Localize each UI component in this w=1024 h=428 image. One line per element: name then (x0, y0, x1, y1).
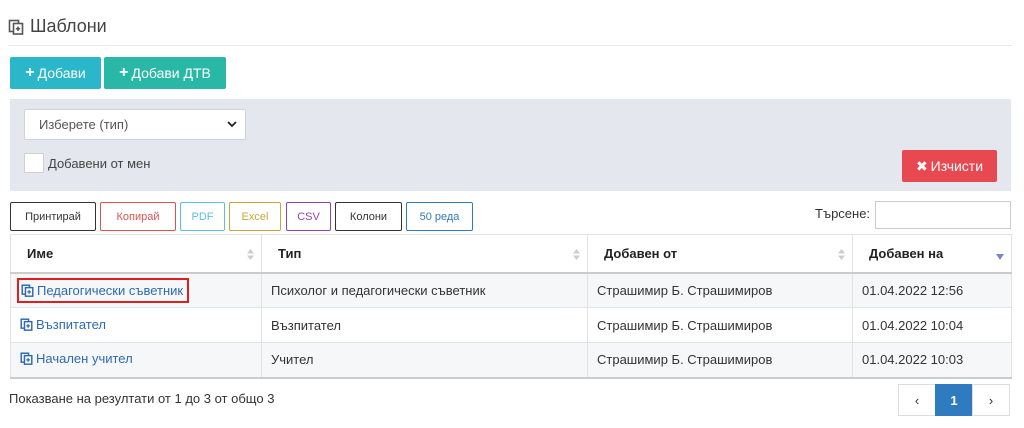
filter-panel: Изберете (тип) Добавени от мен ✖ Изчисти (10, 99, 1011, 191)
sort-icon (838, 249, 845, 260)
close-icon: ✖ (915, 157, 928, 174)
cell-name: Начален учител (10, 342, 262, 379)
page-header: Шаблони (8, 14, 1012, 46)
search-label: Търсене: (815, 206, 871, 221)
cell-type: Психолог и педагогически съветник (261, 272, 588, 308)
clear-button[interactable]: ✖ Изчисти (902, 150, 997, 182)
sort-icon (247, 249, 254, 260)
type-select-value: Изберете (тип) (39, 117, 129, 132)
copy-doc-icon (8, 19, 24, 35)
table-row: Педагогически съветник Психолог и педаго… (10, 272, 1012, 308)
add-button[interactable]: + Добави (10, 57, 101, 89)
copy-doc-icon (21, 284, 34, 297)
type-select[interactable]: Изберете (тип) (24, 109, 246, 140)
cell-name: Възпитател (10, 307, 262, 343)
excel-button[interactable]: Excel (229, 202, 281, 231)
plus-icon: + (119, 64, 129, 81)
page-title: Шаблони (30, 16, 107, 36)
cell-type: Учител (261, 342, 588, 379)
cell-added-on: 01.04.2022 10:04 (852, 307, 1012, 343)
print-button[interactable]: Принтирай (10, 202, 96, 231)
column-header-label: Добавен от (604, 245, 678, 261)
chevron-down-icon (227, 121, 237, 128)
cell-added-by: Страшимир Б. Страшимиров (587, 307, 853, 343)
column-header-label: Тип (278, 245, 302, 261)
add-button-label: Добави (37, 65, 86, 81)
added-by-me-label: Добавени от мен (48, 155, 151, 171)
csv-button[interactable]: CSV (286, 202, 331, 231)
columns-button[interactable]: Колони (335, 202, 402, 231)
pagination: ‹ 1 › (898, 384, 1010, 416)
added-by-me-checkbox[interactable] (24, 153, 44, 173)
template-link[interactable]: Педагогически съветник (16, 277, 190, 303)
table-row: Възпитател Възпитател Страшимир Б. Страш… (10, 307, 1012, 343)
sort-desc-icon (996, 254, 1004, 260)
cell-name: Педагогически съветник (10, 272, 262, 308)
table-row: Начален учител Учител Страшимир Б. Страш… (10, 342, 1012, 379)
next-page-button[interactable]: › (972, 384, 1010, 416)
cell-added-on: 01.04.2022 10:03 (852, 342, 1012, 379)
template-link-label: Начален учител (36, 351, 133, 367)
clear-button-label: Изчисти (930, 158, 984, 174)
copy-button[interactable]: Копирай (100, 202, 176, 231)
templates-table: Име Тип Добавен от Добавен на Педагогиче… (10, 234, 1012, 379)
added-by-me-filter: Добавени от мен (24, 153, 150, 173)
cell-type: Възпитател (261, 307, 588, 343)
add-dtv-button[interactable]: + Добави ДТВ (104, 57, 226, 89)
template-link[interactable]: Начален учител (20, 351, 133, 366)
column-header-name[interactable]: Име (10, 234, 262, 274)
cell-added-on: 01.04.2022 12:56 (852, 272, 1012, 308)
add-dtv-button-label: Добави ДТВ (131, 65, 211, 81)
prev-page-button[interactable]: ‹ (898, 384, 936, 416)
table-header-row: Име Тип Добавен от Добавен на (10, 234, 1012, 274)
column-header-added-on[interactable]: Добавен на (852, 234, 1012, 274)
cell-added-by: Страшимир Б. Страшимиров (587, 342, 853, 379)
pdf-button[interactable]: PDF (180, 202, 225, 231)
column-header-type[interactable]: Тип (261, 234, 588, 274)
template-link-label: Възпитател (36, 316, 107, 332)
sort-icon (573, 249, 580, 260)
copy-doc-icon (20, 352, 33, 366)
column-header-added-by[interactable]: Добавен от (587, 234, 853, 274)
template-link-label: Педагогически съветник (37, 282, 184, 298)
copy-doc-icon (20, 317, 33, 331)
page-1-button[interactable]: 1 (935, 384, 973, 416)
column-header-label: Име (27, 245, 54, 261)
rows-per-page-button[interactable]: 50 реда (406, 202, 473, 231)
plus-icon: + (25, 64, 35, 81)
results-info: Показване на резултати от 1 до 3 от общо… (9, 391, 275, 406)
template-link[interactable]: Възпитател (20, 317, 106, 332)
search-input[interactable] (875, 201, 1011, 229)
cell-added-by: Страшимир Б. Страшимиров (587, 272, 853, 308)
column-header-label: Добавен на (869, 245, 944, 261)
